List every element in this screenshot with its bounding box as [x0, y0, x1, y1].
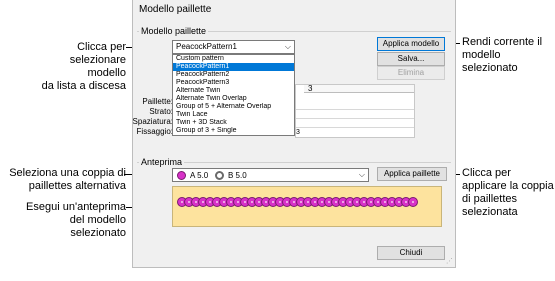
dropdown-option[interactable]: Alternate Twin [173, 87, 294, 95]
preview-sequin [408, 197, 418, 207]
dropdown-option[interactable]: PeacockPattern1 [173, 63, 294, 71]
sequin-b-icon [215, 171, 224, 180]
apply-sequins-button[interactable]: Applica paillette [377, 167, 447, 181]
sequin-a-icon [177, 171, 186, 180]
partial-value-text: 3 [296, 129, 300, 136]
delete-button[interactable]: Elimina [377, 66, 445, 80]
dropdown-option[interactable]: Group of 3 + Single [173, 127, 294, 135]
close-button[interactable]: Chiudi [377, 246, 445, 260]
sequin-pair-combo[interactable]: A 5.0 B 5.0 ⌵ [172, 168, 369, 182]
callout-run-preview: Esegui un'anteprima del modello selezion… [26, 201, 126, 239]
dropdown-option[interactable]: Alternate Twin Overlap [173, 95, 294, 103]
preview-group-label: Anteprima [139, 157, 185, 167]
table-row-3 [296, 119, 414, 128]
chevron-down-icon: ⌵ [284, 42, 291, 51]
pattern-combo-value: PeacockPattern1 [176, 42, 237, 51]
preview-area [172, 186, 442, 227]
preview-group-line [137, 162, 451, 163]
row-label-spacing: Spaziatura: [132, 117, 173, 126]
callout-make-current: Rendi corrente il modello selezionato [462, 36, 543, 74]
callout-select-pattern: Clicca per selezionare modello da lista … [41, 41, 126, 92]
save-button[interactable]: Salva... [377, 52, 445, 66]
row-label-sequins: Paillette: [142, 97, 173, 106]
sequin-a-label: A 5.0 [190, 171, 209, 180]
row-label-fixing: Fissaggio: [136, 127, 173, 136]
apply-pattern-button[interactable]: Applica modello [377, 37, 445, 51]
sequin-b-label: B 5.0 [228, 171, 247, 180]
dropdown-option[interactable]: PeacockPattern3 [173, 79, 294, 87]
table-col3-header: 3 [304, 85, 414, 93]
dialog-title: Modello paillette [139, 4, 212, 15]
table-row-2 [296, 110, 414, 119]
callout-apply-pair: Clicca per applicare la coppia di paille… [462, 167, 554, 218]
dropdown-option[interactable]: Group of 5 + Alternate Overlap [173, 103, 294, 111]
table-partial-value: 3 [296, 128, 414, 137]
table-row-1 [296, 101, 414, 110]
sequin-pair-chevron-down-icon: ⌵ [358, 170, 365, 179]
dropdown-option[interactable]: Twin + 3D Stack [173, 119, 294, 127]
callout-select-pair: Seleziona una coppia di paillettes alter… [9, 167, 126, 192]
sequin-table: 3 3 [295, 84, 415, 138]
row-label-layer: Strato: [149, 107, 173, 116]
dropdown-option[interactable]: Custom pattern [173, 55, 294, 63]
dropdown-option[interactable]: Twin Lace [173, 111, 294, 119]
dropdown-option[interactable]: PeacockPattern2 [173, 71, 294, 79]
pattern-combo[interactable]: PeacockPattern1 ⌵ [172, 40, 295, 54]
pattern-group-label: Modello paillette [139, 26, 209, 36]
pattern-dropdown-list: Custom pattern PeacockPattern1 PeacockPatt… [172, 54, 295, 136]
resize-grip-icon[interactable]: ⋰ [446, 258, 453, 265]
